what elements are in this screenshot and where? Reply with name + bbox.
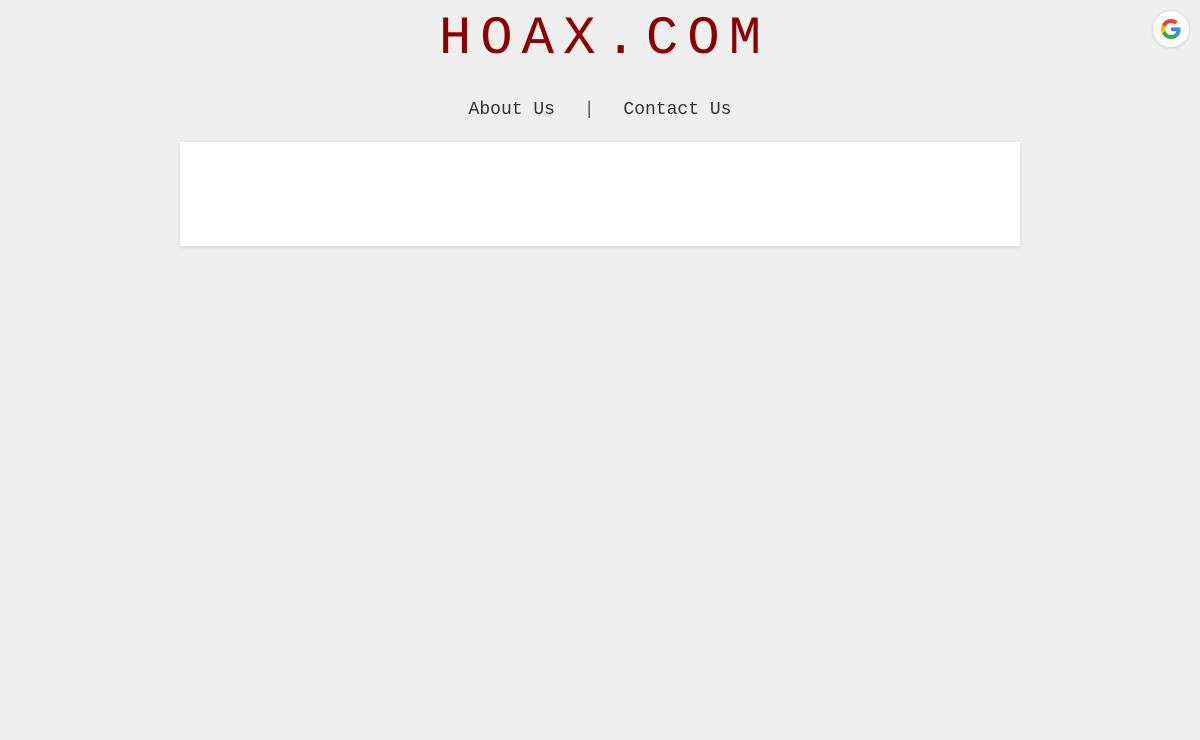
nav-separator: | xyxy=(583,100,595,120)
nav-contact-us-link[interactable]: Contact Us xyxy=(623,100,731,120)
nav-about-us-link[interactable]: About Us xyxy=(469,100,555,120)
content-card xyxy=(180,142,1020,246)
google-g-icon xyxy=(1161,19,1181,39)
google-sign-in-button[interactable] xyxy=(1152,10,1190,48)
site-title: HOAX.COM xyxy=(438,9,771,70)
top-nav: About Us | Contact Us xyxy=(0,98,1200,122)
